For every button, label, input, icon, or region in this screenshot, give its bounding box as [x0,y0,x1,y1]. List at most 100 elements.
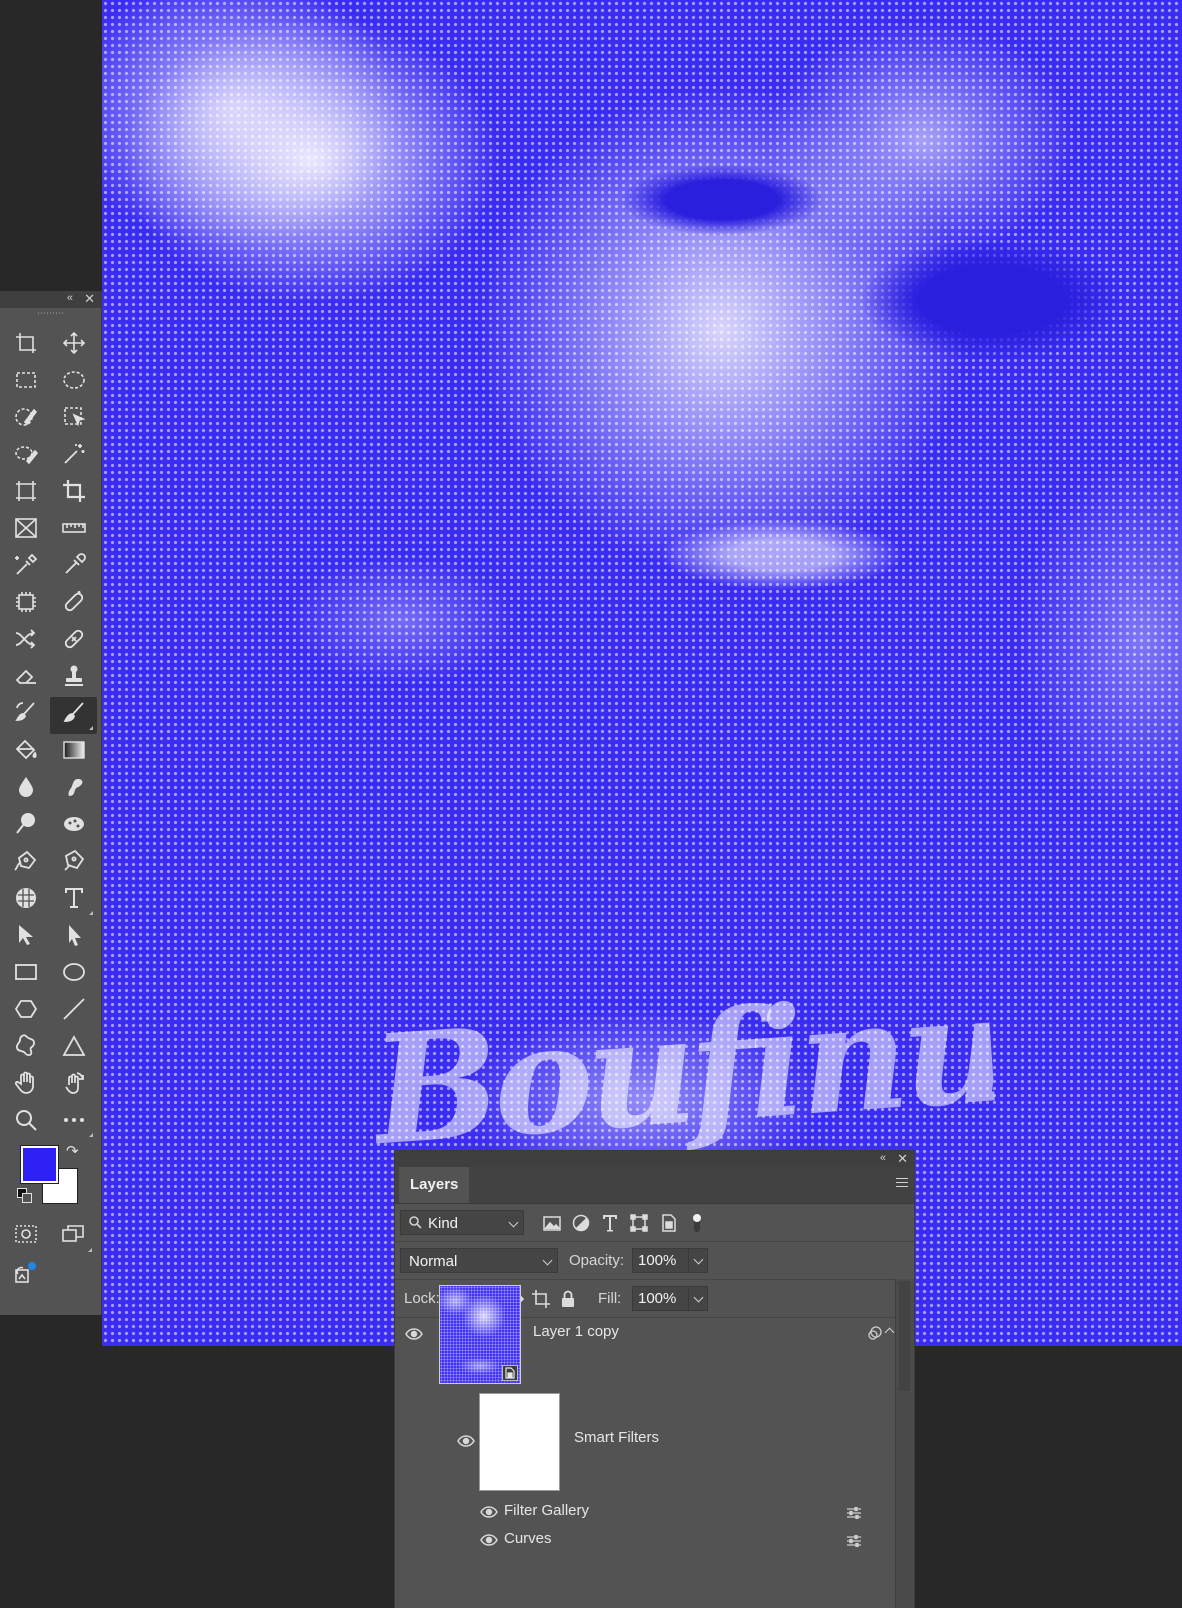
tool-freeform-pen[interactable] [2,845,49,882]
tool-move[interactable] [50,327,97,364]
tool-frame[interactable] [2,512,49,549]
tool-pen[interactable] [50,845,97,882]
tool-stamp[interactable] [50,660,97,697]
visibility-eye-icon[interactable] [405,1327,423,1340]
tool-triangle[interactable] [50,1030,97,1067]
tool-polygon[interactable] [2,993,49,1030]
filter-row-curves[interactable]: Curves [395,1525,895,1553]
tool-hand[interactable] [2,1067,49,1104]
tool-dodge[interactable] [2,808,49,845]
ellipse-icon [61,959,87,990]
tool-smudge[interactable] [50,771,97,808]
filter-shape-layers-icon[interactable] [629,1213,649,1233]
spot-healing-icon [61,589,87,620]
tool-rect-marquee[interactable] [2,364,49,401]
swap-colors-icon[interactable]: ↷ [66,1142,79,1160]
tool-healing[interactable] [50,623,97,660]
default-colors-icon[interactable] [17,1188,32,1203]
tool-history-brush[interactable] [2,697,49,734]
tool-color-sampler[interactable] [2,549,49,586]
smart-filter-mask-thumbnail[interactable] [479,1393,560,1491]
tools-collapse-button[interactable]: « [67,292,73,304]
tool-custom-shape[interactable] [2,1030,49,1067]
tool-content-aware-move[interactable] [2,623,49,660]
visibility-eye-icon[interactable] [457,1434,475,1447]
line-icon [61,996,87,1027]
layers-scrollbar[interactable] [895,1279,914,1608]
filter-pixel-layers-icon[interactable] [542,1213,562,1233]
tool-path-select[interactable] [2,919,49,956]
tool-spot-healing[interactable] [50,586,97,623]
visibility-eye-icon[interactable] [480,1505,498,1518]
filter-toggle-switch-icon[interactable] [687,1213,707,1233]
layers-scrollbar-thumb[interactable] [899,1281,910,1391]
history-brush-icon [13,700,39,731]
tool-sponge[interactable] [50,808,97,845]
tool-magic-wand[interactable] [50,438,97,475]
blend-mode-dropdown[interactable]: Normal [400,1248,558,1273]
visibility-eye-icon[interactable] [480,1533,498,1546]
layer-row-smart-filters[interactable]: Smart Filters [395,1387,895,1491]
tool-quick-select[interactable] [2,401,49,438]
screen-mode-button[interactable] [49,1216,96,1256]
tool-ellipse[interactable] [50,956,97,993]
blur-icon [13,774,39,805]
tool-ruler[interactable] [50,512,97,549]
tool-artboard[interactable] [2,327,49,364]
crop-icon [61,478,87,509]
rectangle-icon [13,959,39,990]
filter-adjustment-layers-icon[interactable] [571,1213,591,1233]
tool-count[interactable] [2,586,49,623]
tool-lasso[interactable] [2,438,49,475]
tool-eyedropper[interactable] [50,549,97,586]
tool-blur[interactable] [2,771,49,808]
tool-puppet-warp[interactable] [2,882,49,919]
magic-wand-icon [61,441,87,472]
filter-kind-dropdown[interactable]: Kind [400,1210,524,1235]
blend-mode-row: Normal Opacity: 100% [395,1242,914,1280]
tool-rectangle[interactable] [2,956,49,993]
opacity-input[interactable]: 100% [632,1248,708,1273]
tool-brush[interactable] [50,697,97,734]
tool-eraser[interactable] [2,660,49,697]
healing-brush-icon [61,626,87,657]
filter-type-layers-icon[interactable] [600,1213,620,1233]
foreground-color-swatch[interactable] [21,1146,58,1183]
discover-button[interactable] [2,1256,49,1296]
filter-blending-options-icon[interactable] [847,1506,861,1520]
tool-line[interactable] [50,993,97,1030]
panel-menu-icon[interactable] [896,1178,908,1190]
layer-name: Smart Filters [574,1429,660,1446]
layers-close-button[interactable]: ✕ [897,1151,908,1167]
tool-crop[interactable] [50,475,97,512]
tools-close-button[interactable]: ✕ [84,291,95,307]
filter-blending-options-icon[interactable] [847,1534,861,1548]
dodge-icon [13,811,39,842]
tool-perspective-crop[interactable] [2,475,49,512]
smart-object-badge-icon [502,1365,518,1381]
tab-layers[interactable]: Layers [399,1167,470,1203]
triangle-icon [61,1033,87,1064]
tool-gradient[interactable] [50,734,97,771]
filter-smart-objects-icon[interactable] [658,1213,678,1233]
tool-ellipse-marquee[interactable] [50,364,97,401]
layer-list[interactable]: Layer 1 copy Smart Filters Filter Galler… [395,1279,914,1608]
layer-row-layer-1-copy[interactable]: Layer 1 copy [395,1279,895,1385]
tool-type[interactable] [50,882,97,919]
smart-filter-indicator-icon[interactable] [867,1325,883,1346]
tools-panel-grip[interactable] [38,308,63,318]
tool-paint-bucket[interactable] [2,734,49,771]
chevron-up-icon[interactable] [884,1327,895,1338]
document-canvas[interactable]: Boufinu [102,0,1182,1346]
tool-rotate-view[interactable] [50,1067,97,1104]
filter-row-filter-gallery[interactable]: Filter Gallery [395,1497,895,1525]
tool-direct-select[interactable] [50,919,97,956]
quick-selection-icon [13,404,39,435]
paint-bucket-icon [13,737,39,768]
tool-object-select[interactable] [50,401,97,438]
layers-collapse-button[interactable]: « [880,1152,886,1164]
filter-name: Curves [504,1530,552,1547]
tools-panel: « ✕ ↷ [0,291,102,1315]
chevron-down-icon [542,1255,553,1266]
quick-mask-button[interactable] [2,1216,49,1256]
